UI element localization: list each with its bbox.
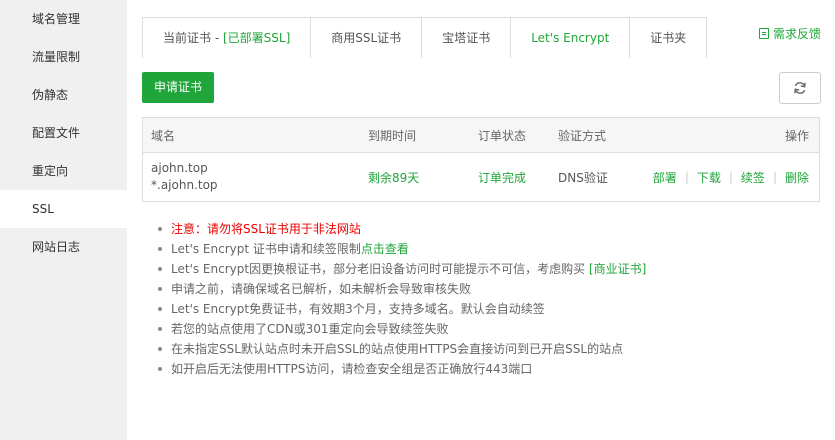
sidebar-item-rewrite[interactable]: 伪静态: [0, 76, 127, 114]
verify-cell: DNS验证: [558, 170, 608, 185]
feedback-link[interactable]: 需求反馈: [758, 25, 821, 42]
divider: |: [772, 170, 777, 184]
main-panel: 当前证书 - [已部署SSL] 商用SSL证书 宝塔证书 Let's Encry…: [127, 0, 835, 440]
tab-current-cert-label: 当前证书 -: [163, 31, 223, 45]
download-link[interactable]: 下载: [697, 169, 721, 186]
sidebar-item-ssl[interactable]: SSL: [0, 190, 127, 228]
order-status-cell: 订单完成: [478, 170, 527, 185]
tip-port-443: 如开启后无法使用HTTPS访问，请检查安全组是否正确放行443端口: [156, 359, 646, 379]
header-actions: 操作: [784, 128, 809, 143]
tab-baota-cert[interactable]: 宝塔证书: [422, 18, 512, 58]
tip-root-cert: Let's Encrypt因更换根证书，部分老旧设备访问时可能提示不可信，考虑购…: [156, 259, 646, 279]
tab-current-cert[interactable]: 当前证书 - [已部署SSL]: [143, 18, 312, 58]
table-header: 域名 到期时间 订单状态 验证方式 操作: [143, 118, 819, 153]
sidebar-item-traffic-limit[interactable]: 流量限制: [0, 38, 127, 76]
tip-cdn: 若您的站点使用了CDN或301重定向会导致续签失败: [156, 319, 646, 339]
refresh-icon: [794, 82, 806, 94]
cert-table: 域名 到期时间 订单状态 验证方式 操作 ajohn.top *.ajohn.t…: [142, 117, 820, 202]
tip-dns-resolve: 申请之前，请确保域名已解析，如未解析会导致审核失败: [156, 279, 646, 299]
delete-link[interactable]: 删除: [785, 169, 809, 186]
sidebar-item-site-log[interactable]: 网站日志: [0, 228, 127, 266]
form-icon: [758, 28, 769, 39]
domain-primary: ajohn.top: [151, 161, 208, 175]
divider: |: [728, 170, 733, 184]
tips-list: 注意：请勿将SSL证书用于非法网站 Let's Encrypt 证书申请和续签限…: [156, 219, 646, 379]
deploy-link[interactable]: 部署: [653, 169, 677, 186]
tip-warning: 注意：请勿将SSL证书用于非法网站: [156, 219, 646, 239]
feedback-label: 需求反馈: [772, 27, 821, 41]
domain-wildcard: *.ajohn.top: [151, 178, 218, 192]
tip-rate-limit-text: Let's Encrypt 证书申请和续签限制: [171, 242, 361, 256]
refresh-button[interactable]: [779, 72, 821, 104]
header-order-status: 订单状态: [478, 128, 527, 143]
commercial-cert-link[interactable]: [商业证书]: [589, 262, 646, 276]
apply-cert-button[interactable]: 申请证书: [142, 72, 215, 103]
domain-cell: ajohn.top *.ajohn.top: [151, 153, 218, 201]
divider: |: [684, 170, 689, 184]
expire-cell: 剩余89天: [368, 170, 420, 185]
header-verify: 验证方式: [558, 128, 607, 143]
tab-commercial-ssl[interactable]: 商用SSL证书: [311, 18, 423, 58]
sidebar-item-config-file[interactable]: 配置文件: [0, 114, 127, 152]
sidebar: 域名管理 流量限制 伪静态 配置文件 重定向 SSL 网站日志: [0, 0, 127, 440]
tab-current-cert-status: [已部署SSL]: [222, 31, 291, 45]
tip-root-cert-text: Let's Encrypt因更换根证书，部分老旧设备访问时可能提示不可信，考虑购…: [171, 262, 589, 276]
header-domain: 域名: [151, 128, 176, 143]
tip-default-site: 在未指定SSL默认站点时未开启SSL的站点使用HTTPS会直接访问到已开启SSL…: [156, 339, 646, 359]
tab-cert-folder[interactable]: 证书夹: [630, 18, 707, 58]
ssl-tabs: 当前证书 - [已部署SSL] 商用SSL证书 宝塔证书 Let's Encry…: [142, 17, 708, 58]
sidebar-item-redirect[interactable]: 重定向: [0, 152, 127, 190]
sidebar-item-domain[interactable]: 域名管理: [0, 0, 127, 38]
tab-letsencrypt[interactable]: Let's Encrypt: [511, 18, 631, 58]
header-expire: 到期时间: [368, 128, 417, 143]
view-limits-link[interactable]: 点击查看: [361, 242, 409, 256]
tip-validity: Let's Encrypt免费证书，有效期3个月，支持多域名。默认会自动续签: [156, 299, 646, 319]
renew-link[interactable]: 续签: [741, 169, 765, 186]
tip-rate-limit: Let's Encrypt 证书申请和续签限制点击查看: [156, 239, 646, 259]
actions-cell: 部署 | 下载 | 续签 | 删除: [653, 153, 809, 201]
table-row: ajohn.top *.ajohn.top 剩余89天 订单完成 DNS验证 部…: [143, 153, 819, 201]
